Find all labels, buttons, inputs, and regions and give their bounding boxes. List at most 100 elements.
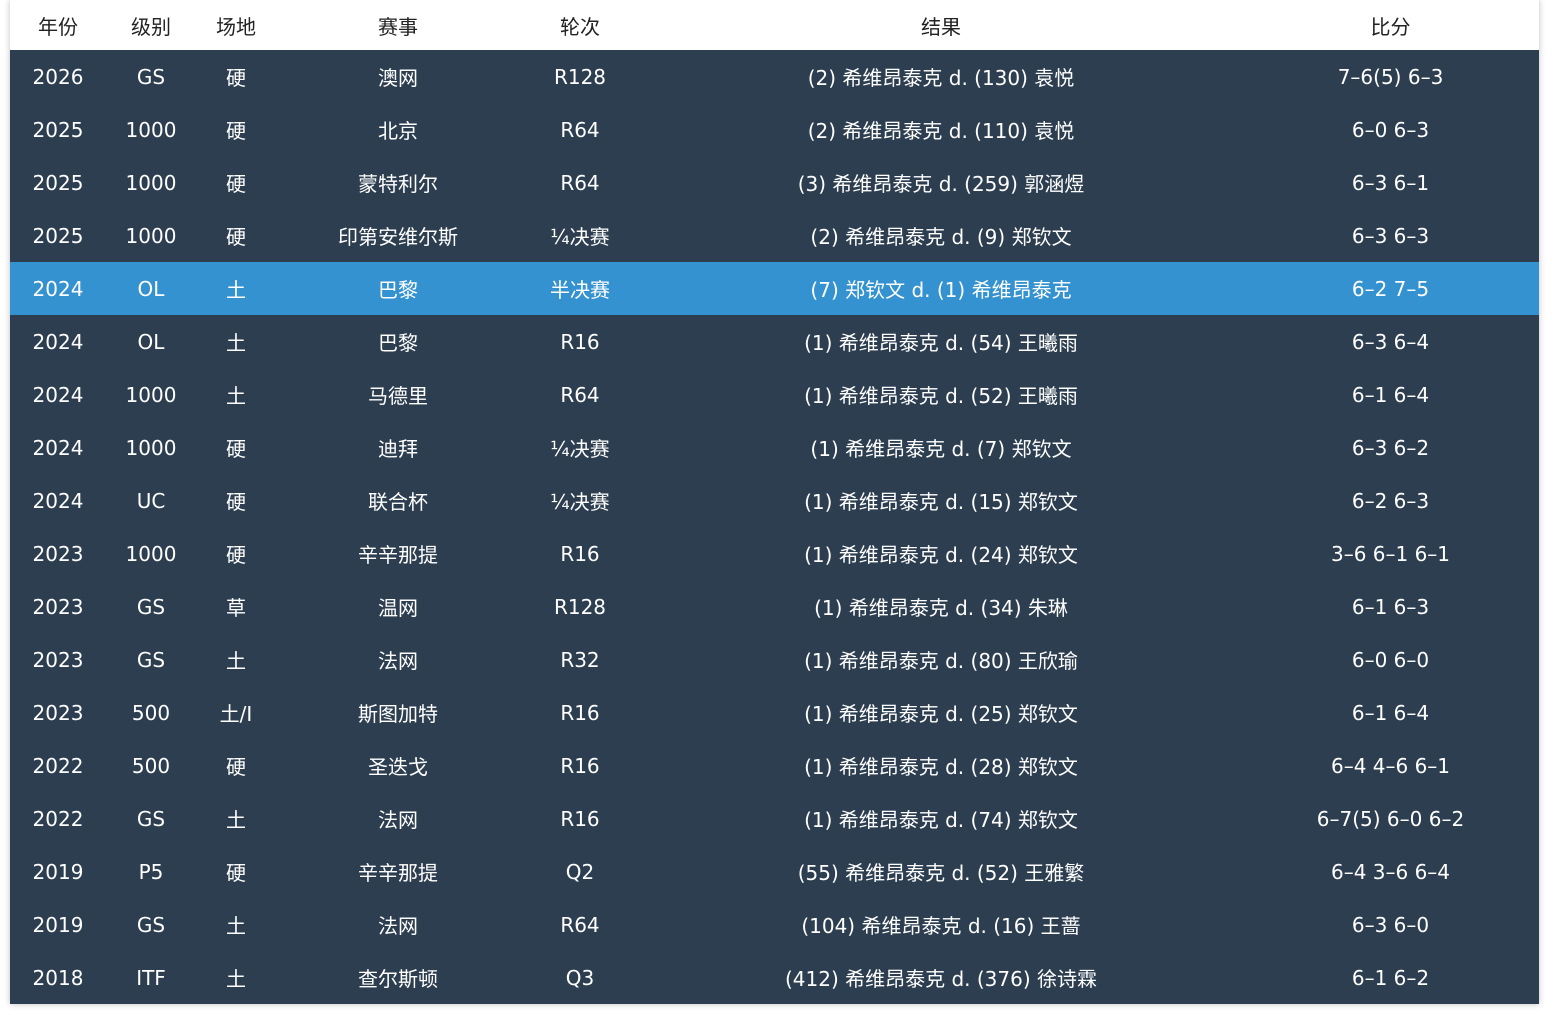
cell-score: 6–4 3–6 6–4 [1330, 859, 1451, 884]
table-row[interactable]: 2023 500 土/I 斯图加特 R16 (1) 希维昂泰克 d. (25) 郑钦文 6–… [10, 686, 1539, 739]
cell-score: 6–0 6–3 [1351, 117, 1430, 142]
cell-score: 6–0 6–0 [1351, 647, 1430, 672]
cell-level: GS [136, 64, 166, 89]
cell-level: 1000 [125, 541, 177, 566]
table-row[interactable]: 2023 GS 草 温网 R128 (1) 希维昂泰克 d. (34) 朱琳 6–1 6–3 [10, 580, 1539, 633]
cell-level: 1000 [125, 170, 177, 195]
cell-surface: 土 [226, 914, 246, 938]
header-surface[interactable]: 场地 [196, 0, 276, 50]
cell-score: 6–7(5) 6–0 6–2 [1316, 806, 1465, 831]
cell-year: 2019 [32, 859, 84, 884]
cell-level: 1000 [125, 382, 177, 407]
cell-level: UC [136, 488, 166, 513]
cell-round: R64 [560, 117, 600, 142]
cell-level: 500 [131, 700, 171, 725]
cell-surface: 土 [226, 808, 246, 832]
cell-surface: 硬 [226, 66, 246, 90]
cell-score: 6–1 6–2 [1351, 965, 1430, 990]
table-row[interactable]: 2024 OL 土 巴黎 半决赛 (7) 郑钦文 d. (1) 希维昂泰克 6–2 7–5 [10, 262, 1539, 315]
cell-round: R16 [560, 700, 600, 725]
cell-level: OL [137, 329, 165, 354]
cell-year: 2018 [32, 965, 84, 990]
cell-surface: 土 [226, 384, 246, 408]
cell-round: 半决赛 [550, 278, 610, 302]
table-row[interactable]: 2019 P5 硬 辛辛那提 Q2 (55) 希维昂泰克 d. (52) 王雅繁 6–4 3… [10, 845, 1539, 898]
cell-round: R64 [560, 170, 600, 195]
header-round[interactable]: 轮次 [520, 0, 640, 50]
cell-level: 1000 [125, 435, 177, 460]
cell-level: GS [136, 912, 166, 937]
header-year[interactable]: 年份 [10, 0, 106, 50]
cell-round: R16 [560, 541, 600, 566]
cell-result: (1) 希维昂泰克 d. (15) 郑钦文 [804, 490, 1078, 514]
cell-year: 2024 [32, 435, 84, 460]
header-score[interactable]: 比分 [1242, 0, 1539, 50]
cell-result: (2) 希维昂泰克 d. (130) 袁悦 [807, 66, 1075, 90]
table-row[interactable]: 2024 1000 硬 迪拜 ¼决赛 (1) 希维昂泰克 d. (7) 郑钦文 6–3 6–… [10, 421, 1539, 474]
table-row[interactable]: 2024 UC 硬 联合杯 ¼决赛 (1) 希维昂泰克 d. (15) 郑钦文 6–2 6–… [10, 474, 1539, 527]
cell-surface: 土 [226, 649, 246, 673]
table-row[interactable]: 2025 1000 硬 蒙特利尔 R64 (3) 希维昂泰克 d. (259) 郭涵煜 6–… [10, 156, 1539, 209]
table-row[interactable]: 2022 500 硬 圣迭戈 R16 (1) 希维昂泰克 d. (28) 郑钦文 6–4 4… [10, 739, 1539, 792]
cell-score: 6–3 6–2 [1351, 435, 1430, 460]
cell-round: Q3 [565, 965, 595, 990]
cell-score: 6–2 6–3 [1351, 488, 1430, 513]
cell-surface: 硬 [226, 119, 246, 143]
cell-event: 迪拜 [378, 437, 418, 461]
cell-result: (2) 希维昂泰克 d. (9) 郑钦文 [810, 225, 1072, 249]
header-result[interactable]: 结果 [640, 0, 1242, 50]
table-row[interactable]: 2019 GS 土 法网 R64 (104) 希维昂泰克 d. (16) 王蔷 6–3 6–… [10, 898, 1539, 951]
table-row[interactable]: 2026 GS 硬 澳网 R128 (2) 希维昂泰克 d. (130) 袁悦 7–6(5)… [10, 50, 1539, 103]
table-row[interactable]: 2025 1000 硬 北京 R64 (2) 希维昂泰克 d. (110) 袁悦 6–0 6… [10, 103, 1539, 156]
cell-surface: 硬 [226, 437, 246, 461]
cell-surface: 硬 [226, 861, 246, 885]
cell-level: GS [136, 647, 166, 672]
cell-score: 6–3 6–0 [1351, 912, 1430, 937]
header-level[interactable]: 级别 [106, 0, 196, 50]
cell-year: 2024 [32, 488, 84, 513]
cell-round: R32 [560, 647, 600, 672]
header-event[interactable]: 赛事 [276, 0, 520, 50]
cell-score: 6–4 4–6 6–1 [1330, 753, 1451, 778]
cell-event: 圣迭戈 [368, 755, 428, 779]
cell-year: 2023 [32, 594, 84, 619]
cell-score: 6–2 7–5 [1351, 276, 1430, 301]
table-row[interactable]: 2024 OL 土 巴黎 R16 (1) 希维昂泰克 d. (54) 王曦雨 6–3 6–4 [10, 315, 1539, 368]
cell-event: 马德里 [368, 384, 428, 408]
cell-surface: 土/I [219, 702, 253, 726]
table-row[interactable]: 2023 GS 土 法网 R32 (1) 希维昂泰克 d. (80) 王欣瑜 6–0 6–0 [10, 633, 1539, 686]
cell-result: (2) 希维昂泰克 d. (110) 袁悦 [807, 119, 1075, 143]
cell-score: 7–6(5) 6–3 [1337, 64, 1444, 89]
cell-result: (1) 希维昂泰克 d. (80) 王欣瑜 [804, 649, 1078, 673]
cell-result: (104) 希维昂泰克 d. (16) 王蔷 [801, 914, 1081, 938]
cell-round: R64 [560, 382, 600, 407]
cell-result: (412) 希维昂泰克 d. (376) 徐诗霖 [784, 967, 1098, 991]
table-row[interactable]: 2024 1000 土 马德里 R64 (1) 希维昂泰克 d. (52) 王曦雨 6–1 … [10, 368, 1539, 421]
table-row[interactable]: 2025 1000 硬 印第安维尔斯 ¼决赛 (2) 希维昂泰克 d. (9) 郑钦文 6–… [10, 209, 1539, 262]
cell-year: 2025 [32, 223, 84, 248]
cell-score: 6–3 6–1 [1351, 170, 1430, 195]
cell-event: 法网 [378, 649, 418, 673]
table-row[interactable]: 2023 1000 硬 辛辛那提 R16 (1) 希维昂泰克 d. (24) 郑钦文 3–6… [10, 527, 1539, 580]
cell-year: 2019 [32, 912, 84, 937]
cell-round: R128 [553, 64, 607, 89]
cell-surface: 土 [226, 967, 246, 991]
cell-event: 蒙特利尔 [358, 172, 438, 196]
cell-surface: 土 [226, 331, 246, 355]
cell-result: (1) 希维昂泰克 d. (52) 王曦雨 [804, 384, 1078, 408]
cell-year: 2024 [32, 276, 84, 301]
cell-level: ITF [136, 965, 166, 990]
cell-level: P5 [138, 859, 164, 884]
cell-score: 6–3 6–4 [1351, 329, 1430, 354]
table-row[interactable]: 2018 ITF 土 查尔斯顿 Q3 (412) 希维昂泰克 d. (376) 徐诗霖 6–… [10, 951, 1539, 1004]
table-row[interactable]: 2022 GS 土 法网 R16 (1) 希维昂泰克 d. (74) 郑钦文 6–7(5) … [10, 792, 1539, 845]
cell-score: 6–1 6–4 [1351, 700, 1430, 725]
cell-surface: 硬 [226, 225, 246, 249]
cell-result: (1) 希维昂泰克 d. (7) 郑钦文 [810, 437, 1072, 461]
cell-event: 巴黎 [378, 278, 418, 302]
cell-year: 2023 [32, 541, 84, 566]
cell-result: (1) 希维昂泰克 d. (25) 郑钦文 [804, 702, 1078, 726]
cell-event: 澳网 [378, 66, 418, 90]
cell-level: 1000 [125, 223, 177, 248]
cell-result: (7) 郑钦文 d. (1) 希维昂泰克 [810, 278, 1072, 302]
